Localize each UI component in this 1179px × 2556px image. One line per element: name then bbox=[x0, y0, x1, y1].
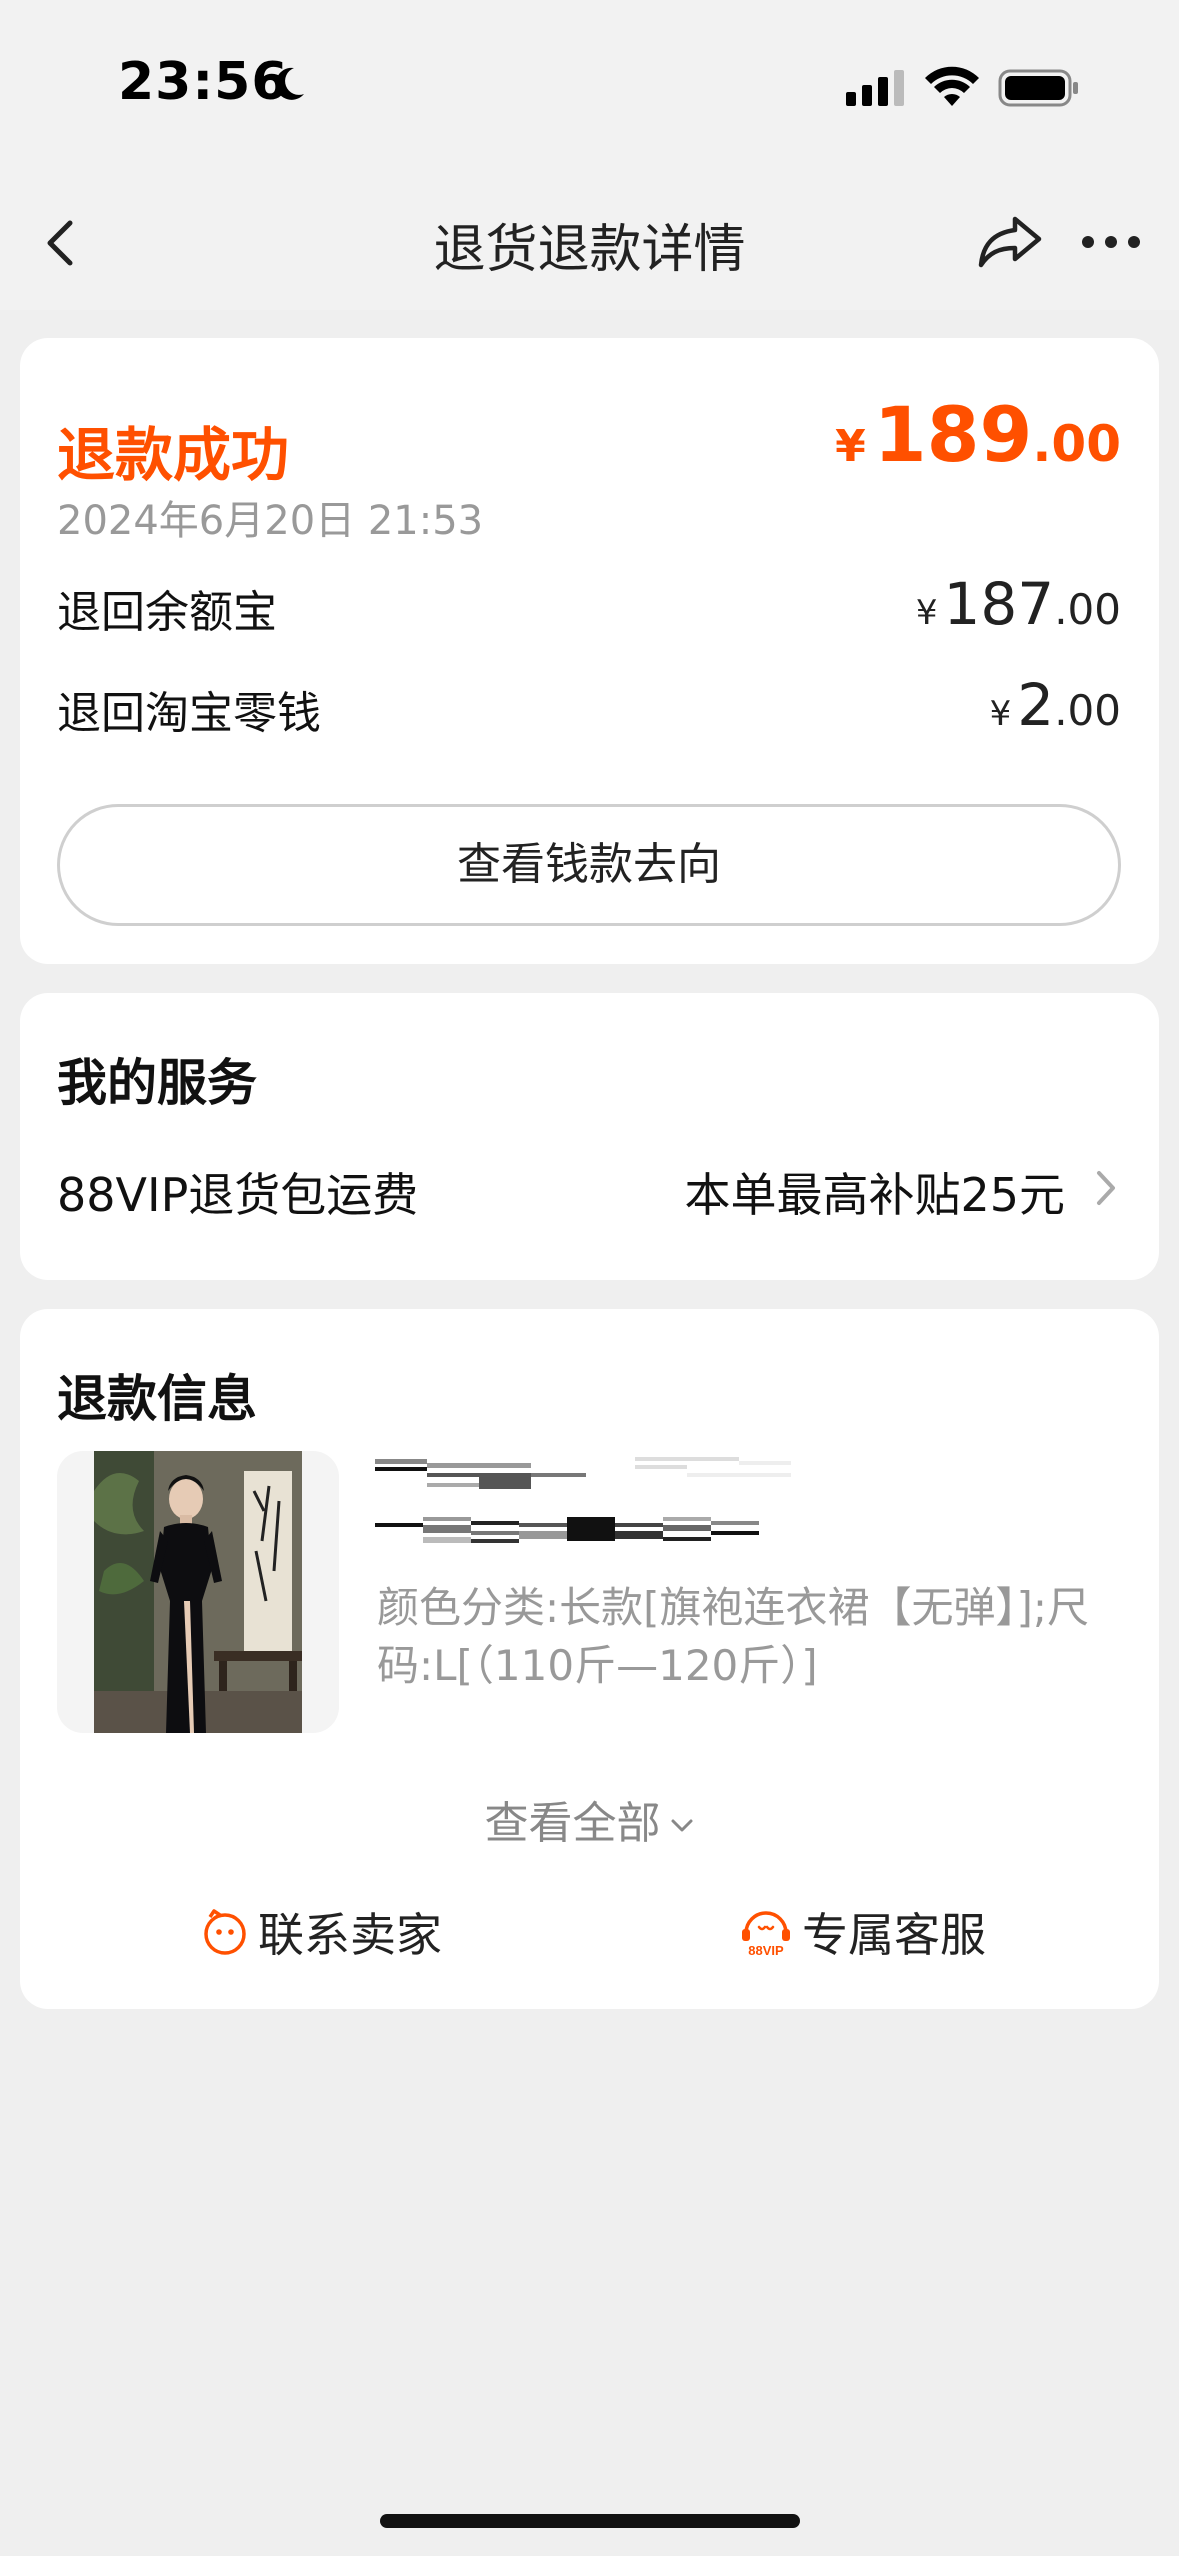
view-all-button[interactable]: 查看全部 bbox=[20, 1787, 1159, 1851]
home-indicator[interactable] bbox=[380, 2514, 800, 2528]
wifi-icon bbox=[925, 66, 979, 106]
status-bar: 23:56 bbox=[0, 0, 1179, 175]
contact-seller-button[interactable]: 联系卖家 bbox=[200, 1897, 442, 1967]
my-services-card: 我的服务 88VIP退货包运费 本单最高补贴25元 bbox=[20, 993, 1159, 1280]
refund-destination-label: 退回余额宝 bbox=[57, 587, 277, 638]
amount-integer: 187 bbox=[943, 570, 1055, 638]
product-thumbnail[interactable] bbox=[57, 1451, 339, 1733]
navigation-bar: 退货退款详情 bbox=[0, 175, 1179, 310]
view-money-flow-button[interactable]: 查看钱款去向 bbox=[57, 804, 1121, 926]
seller-face-icon bbox=[204, 1909, 246, 1955]
currency-symbol: ¥ bbox=[835, 421, 866, 472]
currency-symbol: ¥ bbox=[989, 694, 1012, 734]
share-icon[interactable] bbox=[975, 211, 1045, 271]
service-row-88vip-shipping[interactable]: 88VIP退货包运费 本单最高补贴25元 bbox=[57, 1153, 1121, 1223]
88vip-headset-icon: 88VIP bbox=[742, 1911, 790, 1957]
refund-summary-card: 退款成功 ¥189.00 2024年6月20日 21:53 退回余额宝 ¥187… bbox=[20, 338, 1159, 964]
service-label: 88VIP退货包运费 bbox=[57, 1168, 419, 1222]
battery-icon bbox=[998, 69, 1078, 107]
refund-destination-amount: ¥187.00 bbox=[916, 570, 1121, 638]
contact-seller-label: 联系卖家 bbox=[258, 1908, 442, 1962]
product-title-redacted bbox=[375, 1457, 791, 1543]
chevron-down-icon bbox=[671, 1819, 692, 1832]
refund-breakdown-row: 退回余额宝 ¥187.00 bbox=[57, 570, 1121, 638]
amount-decimal: .00 bbox=[1054, 686, 1121, 735]
more-icon[interactable] bbox=[1080, 227, 1142, 257]
service-value: 本单最高补贴25元 bbox=[684, 1168, 1065, 1222]
refund-date: 2024年6月20日 21:53 bbox=[57, 498, 484, 544]
moon-icon bbox=[275, 67, 304, 100]
view-all-label: 查看全部 bbox=[484, 1798, 661, 1849]
product-spec: 颜色分类:长款[旗袍连衣裙【无弹】];尺码:L[（110斤—120斤）] bbox=[377, 1583, 1090, 1690]
clock-time: 23:56 bbox=[118, 52, 289, 112]
svg-text:88VIP: 88VIP bbox=[748, 1943, 784, 1957]
refund-destination-label: 退回淘宝零钱 bbox=[57, 688, 321, 739]
amount-integer: 2 bbox=[1017, 671, 1055, 739]
amount-integer: 189 bbox=[873, 390, 1033, 479]
services-section-title: 我的服务 bbox=[57, 1054, 257, 1112]
refund-info-title: 退款信息 bbox=[57, 1370, 257, 1428]
amount-decimal: .00 bbox=[1054, 585, 1121, 634]
refund-status: 退款成功 bbox=[57, 421, 290, 489]
refund-detail-screen: 23:56 退货退款详情 退款成功 ¥ 189.00 2024年6月20日 21… bbox=[0, 0, 1179, 2556]
product-photo bbox=[94, 1451, 302, 1733]
amount-decimal: .00 bbox=[1032, 415, 1121, 473]
cellular-signal-icon bbox=[846, 70, 904, 106]
refund-info-card: 退款信息 颜色分类:长款[旗袍连衣裙【无弹】];尺码:L[（110斤—120斤）… bbox=[20, 1309, 1159, 2009]
exclusive-service-button[interactable]: 88VIP 专属客服 bbox=[738, 1897, 986, 1967]
chevron-right-icon bbox=[1097, 1171, 1115, 1205]
exclusive-service-label: 专属客服 bbox=[802, 1908, 986, 1962]
refund-destination-amount: ¥2.00 bbox=[990, 671, 1121, 739]
refund-breakdown-row: 退回淘宝零钱 ¥2.00 bbox=[57, 671, 1121, 739]
refund-total-amount: ¥189.00 bbox=[835, 390, 1121, 479]
currency-symbol: ¥ bbox=[915, 593, 938, 633]
